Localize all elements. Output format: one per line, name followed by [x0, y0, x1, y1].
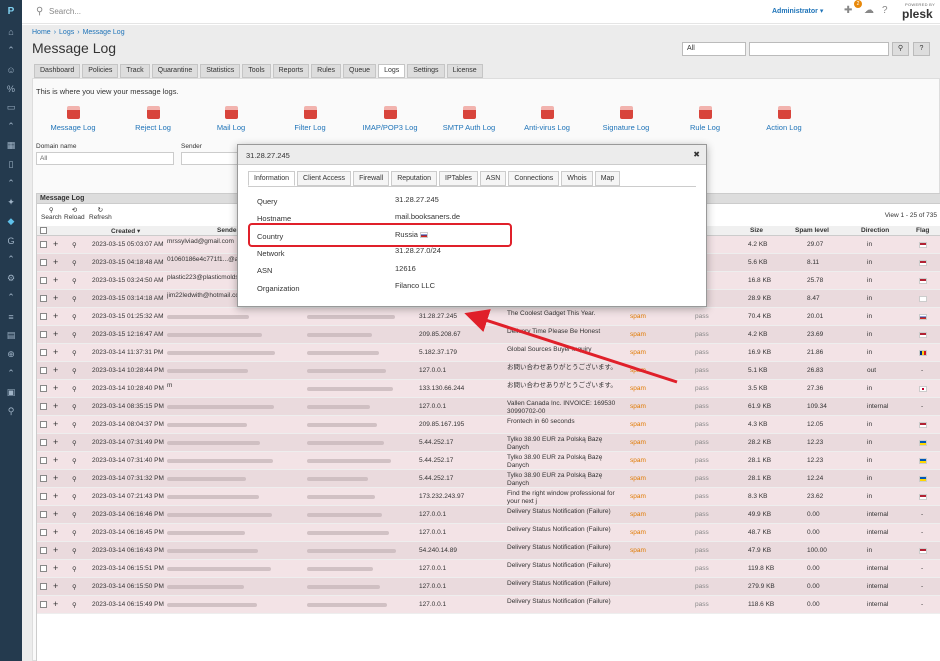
annotation-arrow-icon — [464, 309, 678, 384]
